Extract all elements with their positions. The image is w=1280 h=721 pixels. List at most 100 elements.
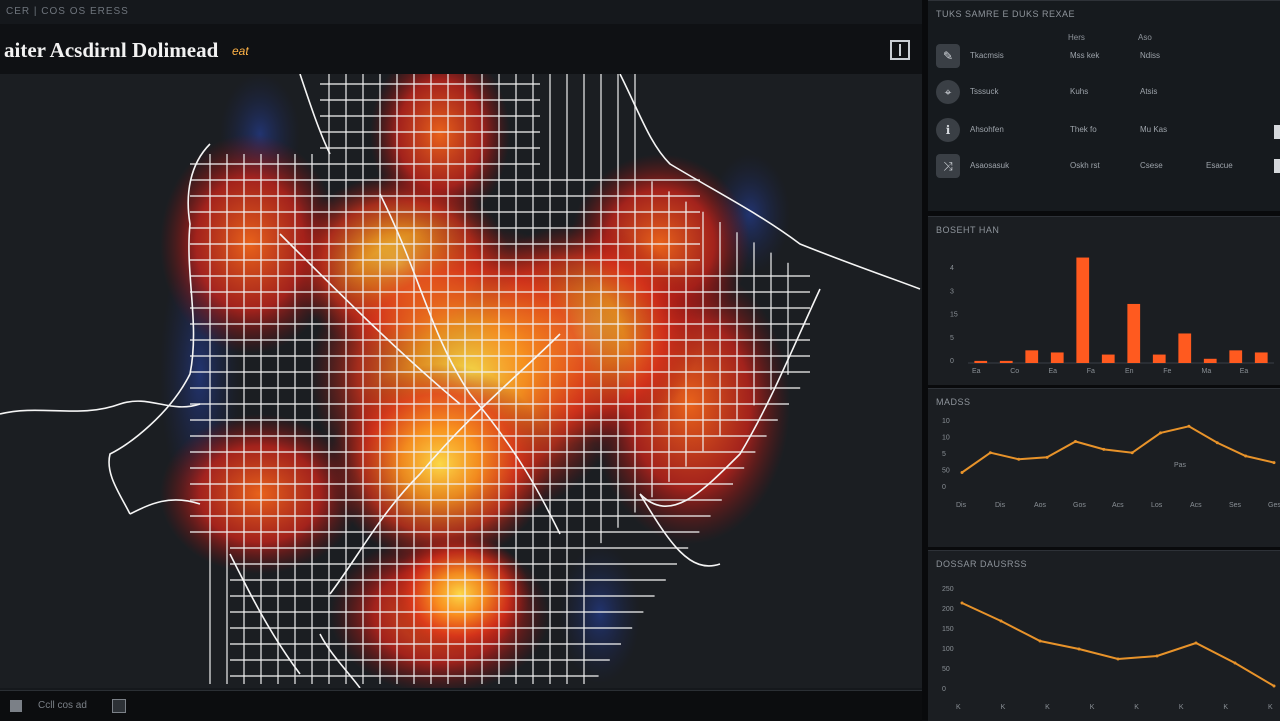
bar-chart-panel: BOSEHT HAN 0 5 15 3 4 Ea Co Ea Fa En Fe Ma Ea bbox=[928, 216, 1280, 385]
y-tick-label: 5 bbox=[950, 335, 954, 342]
data-point bbox=[960, 601, 964, 605]
x-tick-label: Dis bbox=[956, 502, 967, 509]
data-point bbox=[988, 451, 992, 455]
line-chart-panel: MADSS 0 50 5 10 10 Dis Dis Aos Gos Acs Los Acs Ses Ge… bbox=[928, 388, 1280, 547]
list-item-type: Thek fo bbox=[1070, 125, 1097, 134]
y-tick-label: 150 bbox=[942, 626, 954, 633]
data-point bbox=[1194, 641, 1198, 645]
bar[interactable] bbox=[974, 360, 988, 363]
location-icon: ⌖ bbox=[936, 80, 960, 104]
data-point bbox=[1155, 654, 1159, 658]
y-tick-label: 0 bbox=[942, 484, 946, 491]
map-pane: CER | COS OS ERESS aiter Acsdirnl Dolime… bbox=[0, 0, 922, 721]
status-bar: Ccll cos ad bbox=[0, 690, 922, 721]
x-tick-label: Acs bbox=[1112, 502, 1124, 509]
bar-chart: 0 5 15 3 4 Ea Co Ea Fa En Fe Ma Ea bbox=[950, 257, 1274, 375]
data-point bbox=[1038, 639, 1042, 643]
x-tick-label: Ma bbox=[1202, 368, 1212, 375]
x-tick-label: Ea bbox=[972, 368, 981, 375]
x-tick-label: Aos bbox=[1034, 502, 1047, 509]
data-point bbox=[1272, 684, 1276, 688]
list-item[interactable]: ℹ Ahsohfen Thek fo Mu Kas bbox=[936, 115, 1280, 145]
list-item-type: Kuhs bbox=[1070, 87, 1089, 96]
list-item-status: Atsis bbox=[1140, 87, 1158, 96]
series-line bbox=[961, 602, 1275, 687]
x-tick-label: K bbox=[1045, 704, 1050, 711]
data-point bbox=[1017, 457, 1021, 461]
data-point bbox=[1130, 451, 1134, 455]
data-point bbox=[1045, 455, 1049, 459]
y-tick-label: 0 bbox=[950, 358, 954, 365]
list-item-name: Asaosasuk bbox=[970, 161, 1010, 170]
x-tick-label: Fa bbox=[1087, 368, 1095, 375]
dashboard-header: aiter Acsdirnl Dolimead eat bbox=[0, 24, 922, 74]
x-tick-label: K bbox=[956, 704, 961, 711]
data-point bbox=[1077, 647, 1081, 651]
data-point bbox=[1244, 454, 1248, 458]
x-tick-label: K bbox=[1179, 704, 1184, 711]
bar[interactable] bbox=[1101, 354, 1115, 363]
list-item[interactable]: ✎ Tkacmsis Mss kek Ndiss bbox=[936, 41, 1280, 71]
y-tick-label: 3 bbox=[950, 288, 954, 295]
data-point bbox=[1159, 431, 1163, 435]
line-chart: 0 50 5 10 10 Dis Dis Aos Gos Acs Los Acs Ses Ges Pas bbox=[942, 418, 1280, 509]
top-bar-text: CER | COS OS ERESS bbox=[6, 6, 129, 17]
bar[interactable] bbox=[1178, 333, 1192, 363]
list-item-name: Tkacmsis bbox=[970, 51, 1004, 60]
bar[interactable] bbox=[999, 360, 1013, 363]
page-title: aiter Acsdirnl Dolimead bbox=[4, 38, 219, 62]
pen-icon: ✎ bbox=[936, 44, 960, 68]
scrollbar-thumb[interactable] bbox=[1274, 125, 1280, 139]
incident-list-title: TUKS SAMRE E DUKS REXAE bbox=[936, 9, 1076, 19]
list-item[interactable]: ⤨ Asaosasuk Oskh rst Csese Esacue bbox=[936, 151, 1280, 181]
list-item-status: Mu Kas bbox=[1140, 125, 1168, 134]
x-tick-label: Dis bbox=[995, 502, 1006, 509]
y-tick-label: 5 bbox=[942, 451, 946, 458]
data-point bbox=[1215, 441, 1219, 445]
x-tick-label: Ea bbox=[1049, 368, 1058, 375]
bar[interactable] bbox=[1229, 350, 1243, 363]
x-tick-label: Ea bbox=[1240, 368, 1249, 375]
status-checkbox-icon[interactable] bbox=[112, 699, 126, 713]
map-svg bbox=[0, 74, 921, 688]
app-window: CER | COS OS ERESS aiter Acsdirnl Dolime… bbox=[0, 0, 1280, 721]
data-point bbox=[960, 471, 964, 474]
y-tick-label: 4 bbox=[950, 265, 954, 272]
status-text: Ccll cos ad bbox=[38, 700, 87, 711]
scrollbar-thumb[interactable] bbox=[1274, 159, 1280, 173]
x-tick-label: K bbox=[1268, 704, 1273, 711]
list-item[interactable]: ⌖ Tsssuck Kuhs Atsis bbox=[936, 77, 1280, 107]
x-tick-label: K bbox=[1090, 704, 1095, 711]
data-point bbox=[1187, 424, 1191, 428]
bar[interactable] bbox=[1076, 257, 1090, 363]
status-square-icon[interactable] bbox=[10, 700, 22, 712]
x-tick-label: En bbox=[1125, 368, 1134, 375]
data-point bbox=[1073, 439, 1077, 443]
bar[interactable] bbox=[1025, 350, 1039, 363]
y-tick-label: 10 bbox=[942, 418, 950, 425]
y-tick-label: 50 bbox=[942, 666, 950, 673]
bar[interactable] bbox=[1127, 303, 1141, 363]
list-item-type: Oskh rst bbox=[1070, 161, 1100, 170]
heatmap-map[interactable] bbox=[0, 74, 922, 688]
bar[interactable] bbox=[1152, 354, 1166, 363]
list-item-extra: Esacue bbox=[1206, 161, 1233, 170]
list-item-status: Ndiss bbox=[1140, 51, 1161, 60]
x-tick-label: K bbox=[1134, 704, 1139, 711]
data-point bbox=[999, 619, 1003, 623]
y-tick-label: 250 bbox=[942, 586, 954, 593]
bar[interactable] bbox=[1050, 352, 1064, 363]
top-bar: CER | COS OS ERESS bbox=[0, 0, 922, 24]
x-tick-label: Gos bbox=[1073, 502, 1086, 509]
x-tick-label: Fe bbox=[1163, 368, 1171, 375]
x-tick-label: Acs bbox=[1190, 502, 1202, 509]
layout-toggle-icon[interactable] bbox=[890, 40, 910, 60]
bar[interactable] bbox=[1254, 352, 1268, 363]
list-item-status: Csese bbox=[1140, 161, 1163, 170]
y-tick-label: 15 bbox=[950, 312, 958, 319]
data-point bbox=[1116, 657, 1120, 661]
bar[interactable] bbox=[1203, 358, 1217, 363]
x-tick-label: Ses bbox=[1229, 502, 1242, 509]
shuffle-icon: ⤨ bbox=[936, 154, 960, 178]
side-panel: TUKS SAMRE E DUKS REXAE Hers Aso ✎ Tkacm… bbox=[922, 0, 1280, 721]
